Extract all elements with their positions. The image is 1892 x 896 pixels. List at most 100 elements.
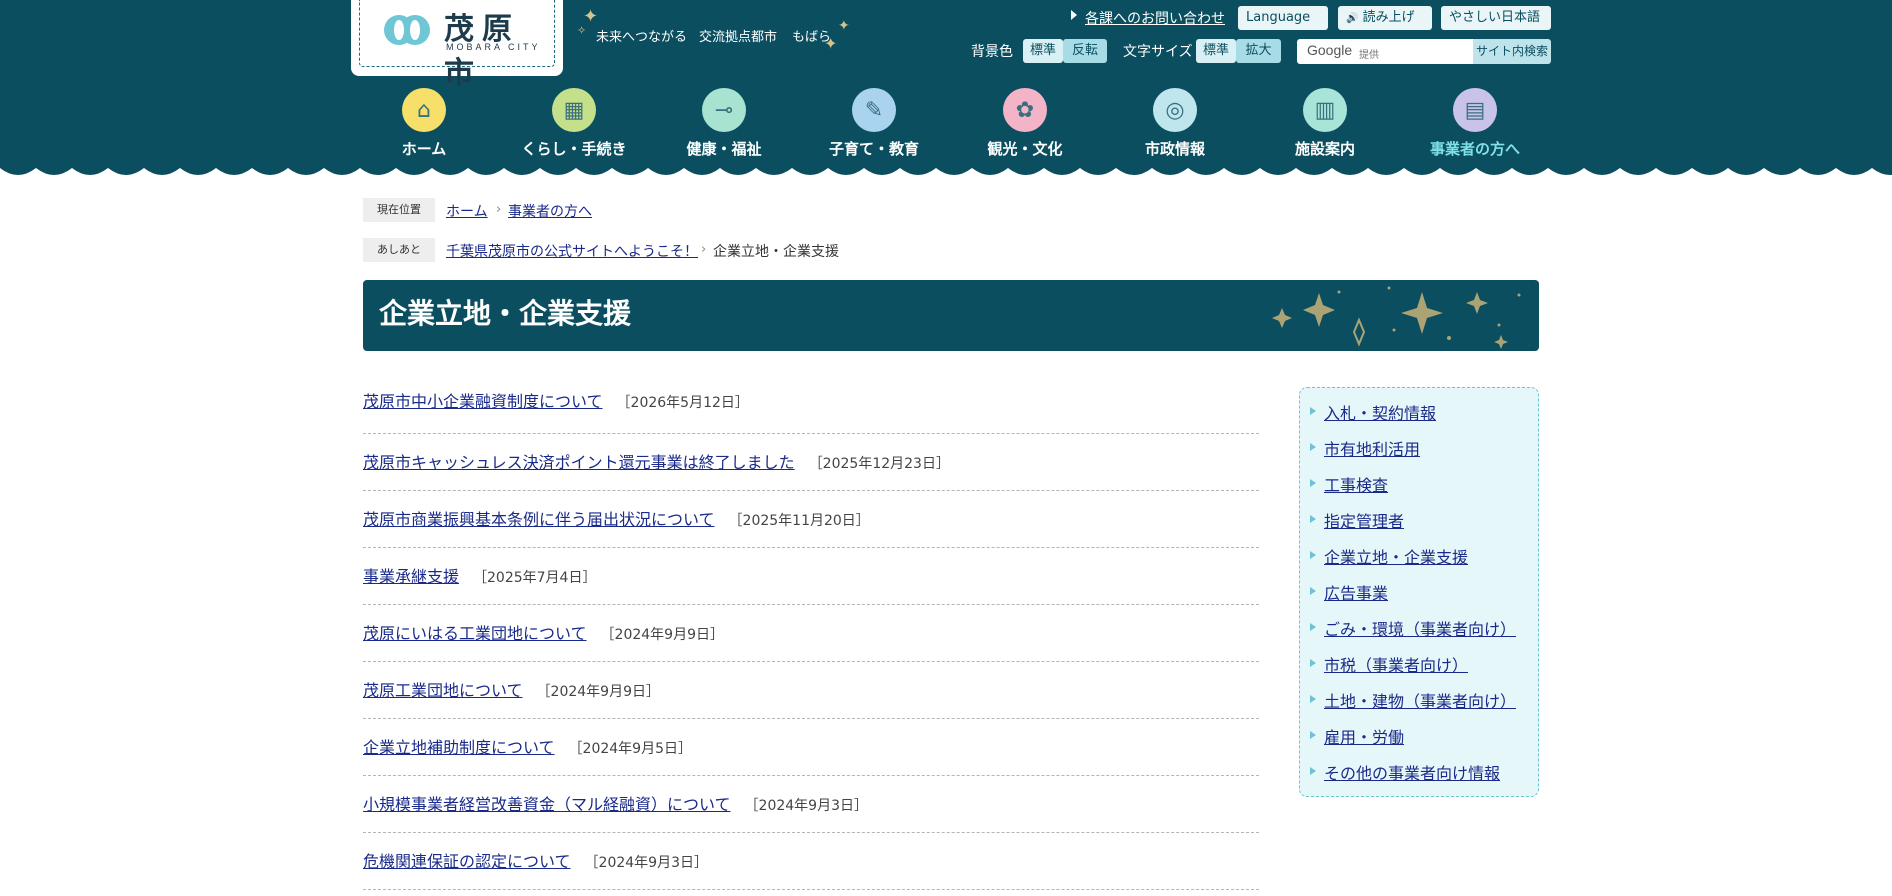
- side-menu-link[interactable]: 入札・契約情報: [1324, 404, 1436, 423]
- news-link[interactable]: 茂原市中小企業融資制度について: [363, 392, 603, 411]
- news-link[interactable]: 危機関連保証の認定について: [363, 852, 571, 871]
- side-menu-item: 企業立地・企業支援: [1324, 544, 1468, 568]
- triangle-bullet-icon: [1310, 623, 1316, 631]
- search-provided-label: 提供: [1359, 50, 1379, 61]
- news-date: ［2024年9月3日］: [584, 855, 708, 871]
- side-menu-item: 土地・建物（事業者向け）: [1324, 688, 1516, 712]
- side-menu-item: 指定管理者: [1324, 508, 1404, 532]
- sparkle-icon: ✦: [838, 18, 850, 34]
- side-menu-link[interactable]: 指定管理者: [1324, 512, 1404, 531]
- side-menu-item: その他の事業者向け情報: [1324, 760, 1500, 784]
- font-enlarge-button[interactable]: 拡大: [1236, 39, 1281, 63]
- history-home-link[interactable]: 千葉県茂原市の公式サイトへようこそ！: [446, 241, 698, 261]
- news-date: ［2024年9月5日］: [568, 741, 692, 757]
- bg-invert-button[interactable]: 反転: [1063, 39, 1107, 63]
- news-item: 茂原工業団地について ［2024年9月9日］: [363, 662, 1259, 719]
- tagline: 交流拠点都市: [699, 30, 778, 45]
- news-link[interactable]: 茂原市商業振興基本条例に伴う届出状況について: [363, 510, 715, 529]
- nav-label: 施設案内: [1294, 140, 1355, 158]
- history-current: 企業立地・企業支援: [713, 244, 839, 260]
- font-size-label: 文字サイズ: [1123, 44, 1193, 60]
- side-menu-link[interactable]: 土地・建物（事業者向け）: [1324, 692, 1516, 711]
- nav-item[interactable]: ▤ 事業者の方へ: [1400, 88, 1550, 159]
- site-logo[interactable]: 茂原市 MOBARA CITY: [351, 0, 563, 91]
- history-label: あしあと: [363, 238, 435, 262]
- thermometer-icon: ⊸: [702, 88, 746, 132]
- news-link[interactable]: 茂原にいはる工業団地について: [363, 624, 587, 643]
- nav-item[interactable]: ✎ 子育て・教育: [799, 88, 949, 159]
- nav-item[interactable]: ⌂ ホーム: [349, 88, 499, 159]
- nav-label: 子育て・教育: [828, 140, 919, 158]
- side-menu-item: 入札・契約情報: [1324, 400, 1436, 424]
- triangle-bullet-icon: [1310, 767, 1316, 775]
- pencil-icon: ✎: [852, 88, 896, 132]
- news-item: 茂原市中小企業融資制度について ［2026年5月12日］: [363, 378, 1259, 434]
- city-emblem-icon: [384, 15, 430, 45]
- news-date: ［2025年7月4日］: [473, 570, 597, 586]
- side-menu-link[interactable]: その他の事業者向け情報: [1324, 764, 1500, 783]
- news-item: 危機関連保証の認定について ［2024年9月3日］: [363, 833, 1259, 890]
- nav-label: 健康・福祉: [686, 140, 762, 158]
- page-title: 企業立地・企業支援: [379, 297, 632, 330]
- font-standard-button[interactable]: 標準: [1196, 39, 1236, 63]
- triangle-bullet-icon: [1310, 551, 1316, 559]
- nav-item[interactable]: ⊸ 健康・福祉: [649, 88, 799, 159]
- triangle-bullet-icon: [1310, 731, 1316, 739]
- nav-item[interactable]: ◎ 市政情報: [1100, 88, 1250, 159]
- news-item: 茂原にいはる工業団地について ［2024年9月9日］: [363, 605, 1259, 662]
- side-menu-item: 市税（事業者向け）: [1324, 652, 1468, 676]
- news-date: ［2024年9月3日］: [744, 798, 868, 814]
- triangle-bullet-icon: [1310, 407, 1316, 415]
- side-menu-item: 市有地利活用: [1324, 436, 1420, 460]
- nav-item[interactable]: ▥ 施設案内: [1250, 88, 1400, 159]
- triangle-bullet-icon: [1310, 587, 1316, 595]
- breadcrumb-business-link[interactable]: 事業者の方へ: [508, 201, 592, 221]
- nav-item[interactable]: ▦ くらし・手続き: [499, 88, 649, 159]
- side-menu-item: 工事検査: [1324, 472, 1388, 496]
- easy-japanese-button[interactable]: やさしい日本語: [1441, 6, 1551, 30]
- news-link[interactable]: 事業承継支援: [363, 567, 459, 586]
- news-date: ［2025年12月23日］: [808, 456, 950, 472]
- news-item: 企業立地補助制度について ［2024年9月5日］: [363, 719, 1259, 776]
- sparkle-icon: ✧: [577, 24, 587, 37]
- side-menu-link[interactable]: 広告事業: [1324, 584, 1388, 603]
- side-menu-link[interactable]: ごみ・環境（事業者向け）: [1324, 620, 1516, 639]
- nav-label: 事業者の方へ: [1429, 140, 1520, 158]
- news-link[interactable]: 茂原市キャッシュレス決済ポイント還元事業は終了しました: [363, 453, 795, 472]
- side-menu-item: 雇用・労働: [1324, 724, 1404, 748]
- side-menu-link[interactable]: 市税（事業者向け）: [1324, 656, 1468, 675]
- language-button[interactable]: Language: [1238, 6, 1328, 30]
- current-location-label: 現在位置: [363, 198, 435, 222]
- bg-standard-button[interactable]: 標準: [1023, 39, 1063, 63]
- news-date: ［2024年9月9日］: [536, 684, 660, 700]
- nav-item[interactable]: ✿ 観光・文化: [950, 88, 1100, 159]
- triangle-bullet-icon: [1310, 515, 1316, 523]
- side-menu-item: ごみ・環境（事業者向け）: [1324, 616, 1516, 640]
- side-menu-item: 広告事業: [1324, 580, 1388, 604]
- nav-label: ホーム: [401, 140, 447, 158]
- page-title-banner: 企業立地・企業支援: [363, 280, 1539, 351]
- logo-subtitle: MOBARA CITY: [446, 42, 541, 52]
- site-search-button[interactable]: サイト内検索: [1473, 39, 1551, 64]
- side-menu-link[interactable]: 企業立地・企業支援: [1324, 548, 1468, 567]
- news-item: 茂原市キャッシュレス決済ポイント還元事業は終了しました ［2025年12月23日］: [363, 434, 1259, 491]
- flower-icon: ✿: [1003, 88, 1047, 132]
- side-menu-link[interactable]: 雇用・労働: [1324, 728, 1404, 747]
- side-menu-link[interactable]: 工事検査: [1324, 476, 1388, 495]
- search-input[interactable]: Google 提供: [1297, 39, 1473, 64]
- nav-label: 市政情報: [1144, 140, 1205, 158]
- news-link[interactable]: 小規模事業者経営改善資金（マル経融資）について: [363, 795, 731, 814]
- sparkles-decoration-icon: [1272, 286, 1521, 349]
- building-icon: ▥: [1303, 88, 1347, 132]
- news-link[interactable]: 茂原工業団地について: [363, 681, 523, 700]
- news-link[interactable]: 企業立地補助制度について: [363, 738, 555, 757]
- triangle-bullet-icon: [1310, 659, 1316, 667]
- city-emblem-icon: ◎: [1153, 88, 1197, 132]
- read-aloud-label: 読み上げ: [1362, 10, 1415, 25]
- nav-label: くらし・手続き: [521, 140, 627, 158]
- read-aloud-button[interactable]: 🔊 読み上げ: [1338, 6, 1432, 30]
- side-menu-link[interactable]: 市有地利活用: [1324, 440, 1420, 459]
- breadcrumb-home-link[interactable]: ホーム: [446, 201, 488, 221]
- bg-color-label: 背景色: [971, 44, 1013, 60]
- contact-link[interactable]: 各課へのお問い合わせ: [1085, 8, 1225, 28]
